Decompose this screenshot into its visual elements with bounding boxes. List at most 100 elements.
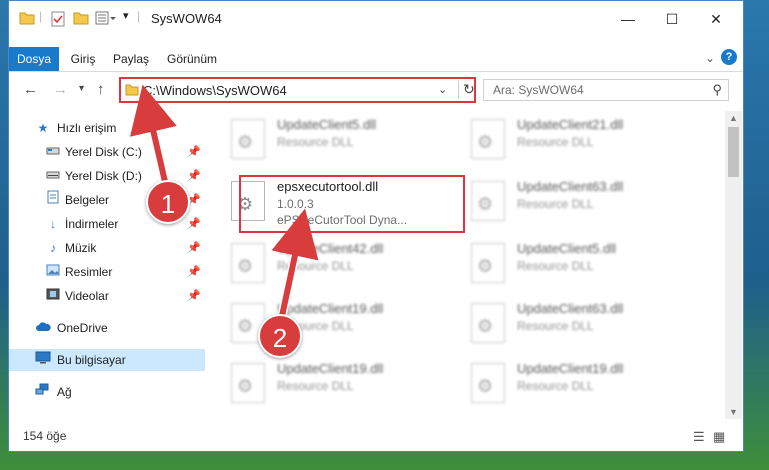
pin-icon[interactable]: 📌 [187, 213, 201, 235]
view-menu-icon[interactable] [95, 11, 117, 28]
file-description: Resource DLL [517, 259, 594, 273]
nav-item-videos[interactable]: Videolar 📌 [9, 285, 205, 307]
file-item[interactable]: ⚙ UpdateClient21.dll Resource DLL [471, 113, 701, 171]
large-icons-view-icon[interactable]: ▦ [713, 429, 725, 445]
nav-item-pictures[interactable]: Resimler 📌 [9, 261, 205, 283]
file-description: Resource DLL [517, 135, 594, 149]
search-box[interactable]: Ara: SysWOW64 ⚲ [483, 79, 729, 101]
file-item[interactable]: ⚙ UpdateClient5.dll Resource DLL [471, 237, 701, 295]
folder-icon [125, 83, 139, 99]
nav-item-network[interactable]: Ağ [9, 381, 205, 403]
vertical-scrollbar[interactable]: ▲ ▼ [725, 111, 742, 419]
tab-share[interactable]: Paylaş [107, 47, 155, 71]
customize-toolbar-icon[interactable]: ▾ [123, 9, 129, 22]
nav-item-label: Videolar [65, 289, 109, 303]
file-item[interactable]: ⚙ UpdateClient42.dll Resource DLL [231, 237, 461, 295]
highlight-box-file [239, 175, 465, 233]
new-folder-icon[interactable] [73, 11, 89, 28]
file-description: Resource DLL [517, 319, 594, 333]
file-item[interactable]: ⚙ UpdateClient5.dll Resource DLL [231, 113, 461, 171]
properties-icon[interactable] [51, 11, 65, 30]
address-dropdown-icon[interactable]: ⌄ [438, 83, 447, 96]
nav-item-label: Yerel Disk (D:) [65, 169, 142, 183]
pin-icon[interactable]: 📌 [187, 237, 201, 259]
nav-item-label: OneDrive [57, 321, 108, 335]
dll-file-icon: ⚙ [471, 363, 505, 403]
recent-locations-icon[interactable]: ▾ [79, 83, 84, 94]
scrollbar-thumb[interactable] [728, 127, 739, 177]
expand-ribbon-icon[interactable]: ⌄ [705, 51, 715, 65]
ribbon-tabs: Dosya Giriş Paylaş Görünüm ⌄ ? [9, 47, 743, 72]
cloud-icon [35, 317, 51, 339]
refresh-icon[interactable]: ↻ [458, 81, 475, 98]
dll-file-icon: ⚙ [471, 181, 505, 221]
file-item[interactable]: ⚙ UpdateClient63.dll Resource DLL [471, 175, 701, 233]
minimize-button[interactable]: — [605, 5, 651, 33]
nav-item-quick-access[interactable]: ★ Hızlı erişim [9, 117, 205, 139]
file-name: UpdateClient5.dll [277, 117, 377, 132]
file-name: UpdateClient63.dll [517, 301, 624, 316]
nav-item-onedrive[interactable]: OneDrive [9, 317, 205, 339]
window-title: SysWOW64 [151, 11, 222, 26]
address-bar[interactable]: C:\Windows\SysWOW64 ⌄ ↻ [119, 77, 476, 103]
file-description: Resource DLL [517, 379, 594, 393]
file-name: UpdateClient21.dll [517, 117, 624, 132]
nav-item-label: Bu bilgisayar [57, 353, 126, 367]
item-count: 154 öğe [23, 429, 67, 443]
nav-item-label: Müzik [65, 241, 97, 255]
scroll-up-icon[interactable]: ▲ [729, 113, 738, 123]
nav-item-label: Hızlı erişim [57, 121, 117, 135]
separator: | [137, 9, 141, 23]
search-input[interactable]: Ara: SysWOW64 [493, 83, 584, 97]
tab-view[interactable]: Görünüm [161, 47, 223, 71]
pictures-icon [45, 261, 61, 283]
file-name: UpdateClient19.dll [517, 361, 624, 376]
details-view-icon[interactable]: ☰ [693, 429, 705, 445]
file-name: UpdateClient5.dll [517, 241, 617, 256]
nav-item-music[interactable]: ♪ Müzik 📌 [9, 237, 205, 259]
file-item[interactable]: ⚙ UpdateClient19.dll Resource DLL [471, 357, 701, 415]
pin-icon[interactable]: 📌 [187, 141, 201, 163]
nav-item-disk-c[interactable]: Yerel Disk (C:) 📌 [9, 141, 205, 163]
network-icon [35, 381, 51, 403]
file-description: Resource DLL [277, 259, 354, 273]
maximize-button[interactable]: ☐ [649, 5, 695, 33]
pin-icon[interactable]: 📌 [187, 261, 201, 283]
nav-item-label: Ağ [57, 385, 72, 399]
dll-file-icon: ⚙ [471, 119, 505, 159]
pin-icon[interactable]: 📌 [187, 165, 201, 187]
pin-icon[interactable]: 📌 [187, 285, 201, 307]
step-badge-2: 2 [258, 314, 302, 358]
drive-icon [45, 141, 61, 163]
folder-icon [19, 11, 35, 28]
search-icon[interactable]: ⚲ [712, 82, 722, 98]
dll-file-icon: ⚙ [471, 303, 505, 343]
navigation-pane: ★ Hızlı erişim Yerel Disk (C:) 📌 Yerel D… [9, 111, 205, 419]
nav-item-label: İndirmeler [65, 217, 119, 231]
file-name: UpdateClient63.dll [517, 179, 624, 194]
step-badge-1: 1 [146, 180, 190, 224]
back-icon[interactable]: ← [23, 81, 38, 98]
file-item[interactable]: ⚙ UpdateClient63.dll Resource DLL [471, 297, 701, 355]
up-icon[interactable]: ↑ [97, 81, 105, 98]
tab-file[interactable]: Dosya [9, 47, 59, 71]
status-bar: 154 öğe ☰ ▦ [9, 423, 743, 451]
tab-home[interactable]: Giriş [63, 47, 103, 71]
scroll-down-icon[interactable]: ▼ [729, 407, 738, 417]
address-path[interactable]: C:\Windows\SysWOW64 [143, 83, 287, 98]
file-name: UpdateClient19.dll [277, 361, 384, 376]
forward-icon[interactable]: → [53, 81, 68, 98]
download-icon: ↓ [50, 217, 56, 231]
nav-item-this-pc[interactable]: Bu bilgisayar [9, 349, 205, 371]
videos-icon [45, 285, 61, 307]
star-icon: ★ [37, 121, 49, 135]
file-item[interactable]: ⚙ UpdateClient19.dll Resource DLL [231, 357, 461, 415]
close-button[interactable]: ✕ [693, 5, 739, 33]
nav-item-label: Resimler [65, 265, 113, 279]
help-icon[interactable]: ? [721, 49, 737, 65]
music-icon: ♪ [50, 241, 56, 255]
file-description: Resource DLL [277, 379, 354, 393]
nav-item-label: Yerel Disk (C:) [65, 145, 142, 159]
file-list: ⚙ UpdateClient5.dll Resource DLL ⚙ epsxe… [209, 111, 723, 419]
file-name: UpdateClient42.dll [277, 241, 384, 256]
